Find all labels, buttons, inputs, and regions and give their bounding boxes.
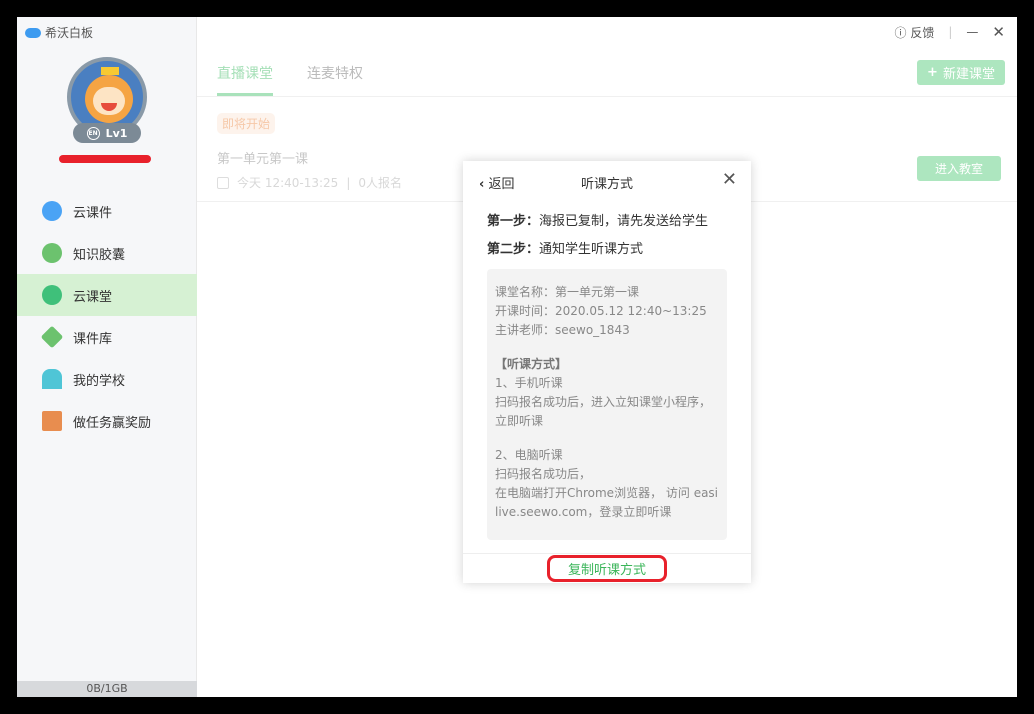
dialog-footer: 复制听课方式 [463, 553, 751, 583]
sidebar-item-my-school[interactable]: 我的学校 [17, 358, 197, 400]
minimize-button[interactable]: — [966, 25, 978, 39]
listening-method-dialog: ‹ 返回 听课方式 ✕ 第一步：海报已复制，请先发送给学生 第二步：通知学生听课… [463, 161, 751, 583]
sidebar: 希沃白板 EN Lv1 云课件 知识胶囊 云课堂 课件库 我的学校 做任务赢奖励 … [17, 17, 197, 697]
course-signups: 0人报名 [358, 176, 402, 190]
sidebar-item-label: 我的学校 [73, 373, 126, 389]
step-label: 第一步： [487, 214, 540, 229]
course-time: 今天 12:40-13:25 [237, 176, 339, 190]
course-title: 第一单元第一课 [217, 152, 309, 167]
play-circle-icon [42, 285, 62, 305]
status-badge: 即将开始 [217, 113, 276, 134]
divider [197, 96, 1017, 97]
pc-title: 2、电脑听课 [495, 448, 563, 462]
step-two: 第二步：通知学生听课方式 [463, 238, 751, 257]
level-text: Lv1 [105, 126, 128, 140]
plus-icon: + [927, 65, 938, 80]
storage-usage: 0B/1GB [17, 681, 197, 697]
sidebar-item-knowledge-capsule[interactable]: 知识胶囊 [17, 232, 197, 274]
feedback-button[interactable]: ⓘ 反馈 [895, 24, 935, 41]
tabs: 直播课堂 连麦特权 [217, 63, 363, 96]
feedback-label: 反馈 [910, 25, 935, 40]
sidebar-item-tasks-rewards[interactable]: 做任务赢奖励 [17, 400, 197, 442]
info-line: 开课时间：2020.05.12 12:40~13:25 [495, 304, 707, 318]
info-line: 主讲老师：seewo_1843 [495, 323, 630, 337]
step-text: 海报已复制，请先发送给学生 [539, 214, 709, 229]
sidebar-item-cloud-courseware[interactable]: 云课件 [17, 190, 197, 232]
capsule-icon [42, 243, 62, 263]
tab-mic-privilege[interactable]: 连麦特权 [307, 63, 363, 96]
copy-method-button[interactable]: 复制听课方式 [546, 555, 667, 582]
sidebar-item-cloud-classroom[interactable]: 云课堂 [17, 274, 197, 316]
sidebar-item-label: 知识胶囊 [73, 247, 126, 263]
crown-icon [101, 67, 119, 75]
cloud-icon [42, 201, 62, 221]
tab-live-classroom[interactable]: 直播课堂 [217, 63, 273, 96]
method-heading: 【听课方式】 [495, 357, 568, 371]
school-icon [42, 369, 62, 389]
sidebar-item-label: 做任务赢奖励 [73, 415, 152, 431]
close-icon[interactable]: ✕ [722, 169, 737, 190]
sidebar-item-courseware-library[interactable]: 课件库 [17, 316, 197, 358]
library-icon [40, 325, 64, 349]
mobile-title: 1、手机听课 [495, 376, 563, 390]
cloud-logo-icon [25, 27, 41, 38]
gift-icon [42, 411, 62, 431]
pc-text: 扫码报名成功后， [495, 467, 592, 481]
step-text: 通知学生听课方式 [539, 242, 644, 257]
divider: | [948, 25, 953, 39]
title-bar: ⓘ 反馈 | — ✕ [895, 17, 1017, 47]
dialog-header: ‹ 返回 听课方式 ✕ [463, 161, 751, 201]
divider: | [346, 175, 351, 190]
new-classroom-button[interactable]: + 新建课堂 [917, 60, 1005, 85]
app-title: 希沃白板 [45, 26, 94, 40]
dialog-title: 听课方式 [580, 177, 633, 192]
redacted-username [59, 155, 151, 163]
calendar-icon [217, 176, 229, 189]
close-window-button[interactable]: ✕ [992, 23, 1005, 41]
sidebar-item-label: 云课件 [73, 205, 113, 221]
step-label: 第二步： [487, 242, 540, 257]
info-line: 课堂名称：第一单元第一课 [495, 285, 640, 299]
sidebar-item-label: 云课堂 [73, 289, 113, 305]
mobile-text: 扫码报名成功后，进入立知课堂小程序，立即听课 [495, 395, 712, 428]
new-classroom-label: 新建课堂 [942, 67, 995, 82]
brand: 希沃白板 [25, 24, 93, 41]
enter-classroom-button[interactable]: 进入教室 [917, 156, 1001, 181]
level-badge: EN Lv1 [73, 123, 141, 143]
sidebar-item-label: 课件库 [73, 331, 113, 347]
sidebar-nav: 云课件 知识胶囊 云课堂 课件库 我的学校 做任务赢奖励 [17, 190, 197, 442]
app-window: 希沃白板 EN Lv1 云课件 知识胶囊 云课堂 课件库 我的学校 做任务赢奖励 … [17, 17, 1017, 697]
course-info-box: 课堂名称：第一单元第一课 开课时间：2020.05.12 12:40~13:25… [487, 269, 727, 540]
pc-text: 在电脑端打开Chrome浏览器， 访问 easilive.seewo.com，登… [495, 486, 719, 519]
step-one: 第一步：海报已复制，请先发送给学生 [463, 210, 751, 229]
en-icon: EN [86, 126, 100, 140]
course-meta: 今天 12:40-13:25 | 0人报名 [217, 174, 402, 191]
